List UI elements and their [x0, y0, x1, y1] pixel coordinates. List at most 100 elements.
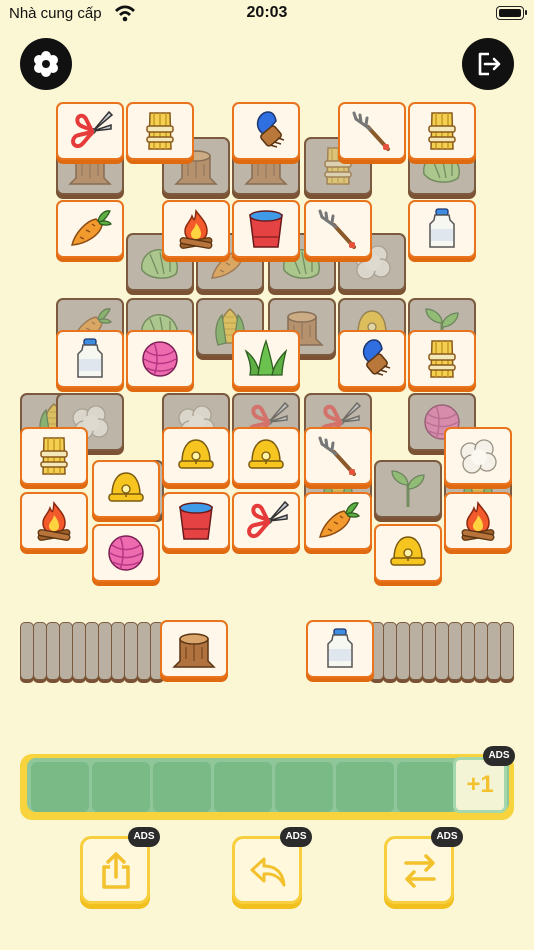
tray-slot	[214, 762, 272, 812]
cotton-icon	[454, 434, 502, 478]
bucket-tile[interactable]	[162, 492, 230, 550]
rake-tile[interactable]	[338, 102, 406, 160]
deck-card	[422, 622, 436, 680]
battery-icon	[496, 6, 527, 20]
deck-card	[33, 622, 47, 680]
deck-card	[396, 622, 410, 680]
undo-ad-badge: ADS	[280, 827, 312, 847]
bell-icon	[242, 434, 290, 478]
wheat-tile[interactable]	[20, 427, 88, 485]
brush-tile[interactable]	[338, 330, 406, 388]
deck-card	[46, 622, 60, 680]
deck-card	[59, 622, 73, 680]
shuffle-ad-badge: ADS	[431, 827, 463, 847]
wheat-icon	[418, 337, 466, 381]
campfire-icon	[454, 499, 502, 543]
settings-button[interactable]	[20, 38, 72, 90]
wheat-tile[interactable]	[408, 102, 476, 160]
extra-slot-label: +1	[466, 771, 494, 798]
deck-card	[85, 622, 99, 680]
rake-tile[interactable]	[304, 200, 372, 258]
milk-icon	[316, 627, 364, 671]
brush-icon	[348, 337, 396, 381]
stump-tile[interactable]	[160, 620, 228, 678]
exit-button[interactable]	[462, 38, 514, 90]
deck-card	[72, 622, 86, 680]
wheat-icon	[418, 109, 466, 153]
milk-tile[interactable]	[306, 620, 374, 678]
bell-tile[interactable]	[162, 427, 230, 485]
tray-slot	[153, 762, 211, 812]
brush-tile[interactable]	[232, 102, 300, 160]
bell-icon	[172, 434, 220, 478]
deck-card	[448, 622, 462, 680]
bucket-icon	[242, 207, 290, 251]
yarn-tile[interactable]	[126, 330, 194, 388]
bucket-tile[interactable]	[232, 200, 300, 258]
tray-slot	[31, 762, 89, 812]
tray-slot	[275, 762, 333, 812]
campfire-tile[interactable]	[444, 492, 512, 550]
campfire-tile[interactable]	[162, 200, 230, 258]
campfire-tile[interactable]	[20, 492, 88, 550]
undo-icon	[250, 857, 286, 887]
carrot-tile[interactable]	[304, 492, 372, 550]
share-icon	[102, 852, 130, 889]
deck-card	[474, 622, 488, 680]
deck-card	[435, 622, 449, 680]
bell-tile[interactable]	[374, 524, 442, 582]
deck-card	[487, 622, 501, 680]
shears-tile[interactable]	[232, 492, 300, 550]
extra-slot-ad-badge: ADS	[483, 746, 515, 766]
wheat-tile[interactable]	[408, 330, 476, 388]
exit-icon	[478, 52, 501, 76]
rake-icon	[314, 434, 362, 478]
yarn-icon	[136, 337, 184, 381]
deck-card	[500, 622, 514, 680]
cotton-tile[interactable]	[444, 427, 512, 485]
deck-card	[124, 622, 138, 680]
shears-tile[interactable]	[56, 102, 124, 160]
sprout-icon	[384, 467, 432, 511]
tile-tray	[20, 754, 514, 820]
rake-tile[interactable]	[304, 427, 372, 485]
milk-tile[interactable]	[56, 330, 124, 388]
gear-icon	[34, 51, 58, 77]
brush-icon	[242, 109, 290, 153]
bell-icon	[384, 531, 432, 575]
wheat-tile[interactable]	[126, 102, 194, 160]
tray-slot	[92, 762, 150, 812]
bell-icon	[102, 467, 150, 511]
tray-slots	[27, 758, 509, 812]
campfire-icon	[30, 499, 78, 543]
grass-icon	[242, 337, 290, 381]
wheat-icon	[30, 434, 78, 478]
tray-slot	[336, 762, 394, 812]
rake-icon	[314, 207, 362, 251]
campfire-icon	[172, 207, 220, 251]
shuffle-icon	[404, 854, 436, 888]
carrot-tile[interactable]	[56, 200, 124, 258]
milk-icon	[418, 207, 466, 251]
carrot-icon	[66, 207, 114, 251]
rake-icon	[348, 109, 396, 153]
yarn-tile[interactable]	[92, 524, 160, 582]
tray-slot	[397, 762, 455, 812]
move-out-ad-badge: ADS	[128, 827, 160, 847]
deck-card	[98, 622, 112, 680]
stump-icon	[170, 627, 218, 671]
bell-tile[interactable]	[92, 460, 160, 518]
grass-tile[interactable]	[232, 330, 300, 388]
tile-board	[0, 90, 534, 690]
deck-card	[137, 622, 151, 680]
wheat-icon	[136, 109, 184, 153]
deck-card	[383, 622, 397, 680]
bell-tile[interactable]	[232, 427, 300, 485]
sprout-covered-tile	[374, 460, 442, 518]
milk-tile[interactable]	[408, 200, 476, 258]
status-bar: Nhà cung cấp 20:03	[0, 0, 534, 30]
shears-icon	[66, 109, 114, 153]
deck-card	[20, 622, 34, 680]
carrot-icon	[314, 499, 362, 543]
deck-card	[409, 622, 423, 680]
